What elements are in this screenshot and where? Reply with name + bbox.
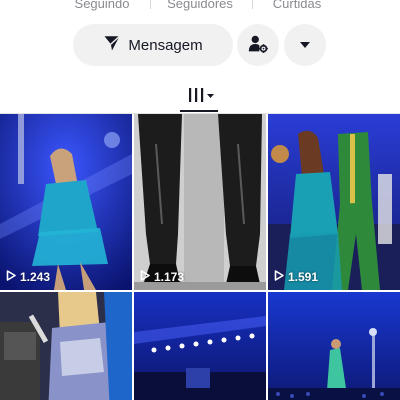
message-label: Mensagem [128,36,203,54]
active-tab-indicator [180,110,218,112]
video-thumbnail[interactable] [0,292,132,400]
user-settings-icon [247,33,269,58]
video-thumbnail[interactable]: 1.173 [134,114,266,290]
video-thumbnail[interactable]: 1.591 [268,114,400,290]
following-label[interactable]: Seguindo [75,0,130,11]
followers-label[interactable]: Seguidores [167,0,233,11]
video-thumbnail[interactable]: 1.243 [0,114,132,290]
video-thumbnail-image [134,114,266,290]
profile-tabs [0,82,400,114]
view-count: 1.591 [274,270,318,284]
video-thumbnail-image [0,292,132,400]
profile-actions: Mensagem [0,24,400,66]
video-grid: 1.243 1.173 1.591 [0,114,400,400]
message-button[interactable]: Mensagem [73,24,233,66]
view-count-text: 1.243 [20,270,51,284]
grid-icon [187,85,217,110]
view-count: 1.243 [6,270,50,284]
video-thumbnail-image [0,114,132,290]
play-icon [274,270,284,284]
video-thumbnail-image [268,292,400,400]
send-icon [103,34,121,56]
video-thumbnail[interactable] [268,292,400,400]
play-icon [6,270,16,284]
view-count-text: 1.173 [154,270,185,284]
stats-divider [252,0,253,9]
caret-down-icon [299,38,311,53]
friend-settings-button[interactable] [237,24,279,66]
view-count-text: 1.591 [288,270,319,284]
video-thumbnail[interactable] [134,292,266,400]
more-options-button[interactable] [284,24,326,66]
play-icon [140,270,150,284]
stats-divider [150,0,151,9]
view-count: 1.173 [140,270,184,284]
video-thumbnail-image [268,114,400,290]
video-thumbnail-image [134,292,266,400]
tab-videos[interactable] [184,84,220,110]
profile-stats: Seguindo Seguidores Curtidas [0,0,400,14]
likes-label[interactable]: Curtidas [273,0,321,11]
